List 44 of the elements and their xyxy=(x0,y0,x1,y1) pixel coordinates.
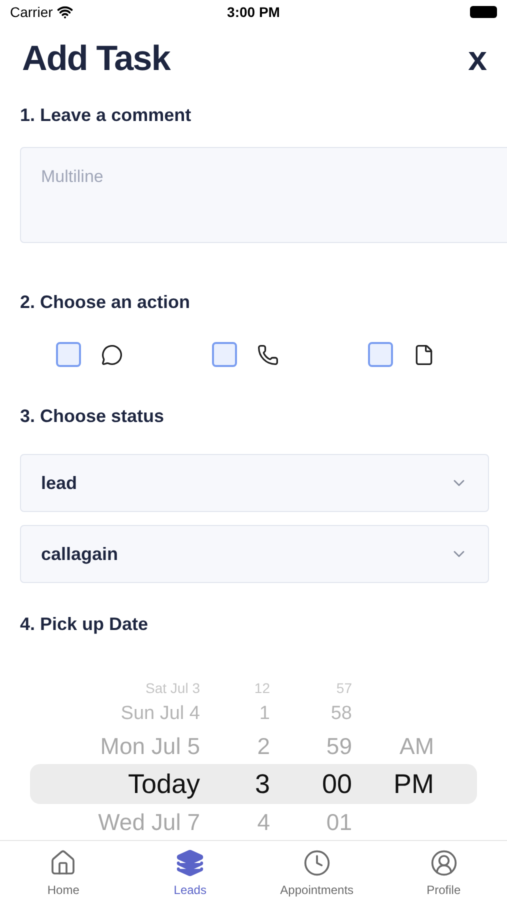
status-time: 3:00 PM xyxy=(227,2,280,22)
tab-bar-item[interactable]: Appointments xyxy=(254,841,380,900)
status-dropdown[interactable]: lead xyxy=(20,454,489,512)
picker-minute[interactable]: 00 xyxy=(322,770,352,798)
picker-date[interactable]: Today xyxy=(128,770,200,798)
picker-hour[interactable]: 2 xyxy=(257,734,270,758)
section-label: 3. Choose status xyxy=(20,405,166,428)
page-title: Add Task xyxy=(22,38,170,80)
picker-date[interactable]: Sat Jul 3 xyxy=(146,681,200,695)
checkbox[interactable] xyxy=(56,342,81,367)
picker-minute[interactable]: 57 xyxy=(336,681,352,695)
picker-hour[interactable]: 4 xyxy=(257,810,270,834)
section-label: 4. Pick up Date xyxy=(20,613,150,636)
phone-icon xyxy=(257,344,279,366)
layers-icon xyxy=(176,849,204,877)
chat-bubble-icon xyxy=(101,344,123,366)
picker-period[interactable]: AM xyxy=(400,734,434,758)
picker-hour[interactable]: 12 xyxy=(254,681,270,695)
section-label: 2. Choose an action xyxy=(20,291,192,314)
tab-bar-item[interactable]: Home xyxy=(0,841,127,900)
picker-date[interactable]: Sun Jul 4 xyxy=(120,704,200,722)
picker-hour[interactable]: 1 xyxy=(259,704,270,722)
section-label: 1. Leave a comment xyxy=(20,104,192,127)
picker-minute[interactable]: 01 xyxy=(326,810,352,834)
clock-icon xyxy=(302,849,331,877)
carrier-label: Carrier xyxy=(10,2,53,22)
home-icon xyxy=(49,849,78,877)
picker-minute[interactable]: 58 xyxy=(330,704,352,722)
wifi-icon xyxy=(56,4,73,20)
profile-icon xyxy=(430,849,458,877)
picker-hour[interactable]: 3 xyxy=(254,770,270,798)
close-button[interactable]: x xyxy=(468,42,487,76)
checkbox[interactable] xyxy=(212,342,237,367)
battery-icon xyxy=(470,6,497,18)
picker-date[interactable]: Wed Jul 7 xyxy=(98,810,200,834)
status-dropdown[interactable]: callagain xyxy=(20,525,489,583)
comment-field[interactable]: Multiline xyxy=(20,147,507,243)
picker-date[interactable]: Mon Jul 5 xyxy=(100,734,200,758)
tab-bar-item[interactable]: Profile xyxy=(380,841,507,900)
checkbox[interactable] xyxy=(368,342,393,367)
document-icon xyxy=(413,344,435,366)
tab-bar-item[interactable]: Leads xyxy=(126,841,254,900)
picker-period[interactable]: PM xyxy=(394,770,434,798)
picker-minute[interactable]: 59 xyxy=(326,734,352,758)
